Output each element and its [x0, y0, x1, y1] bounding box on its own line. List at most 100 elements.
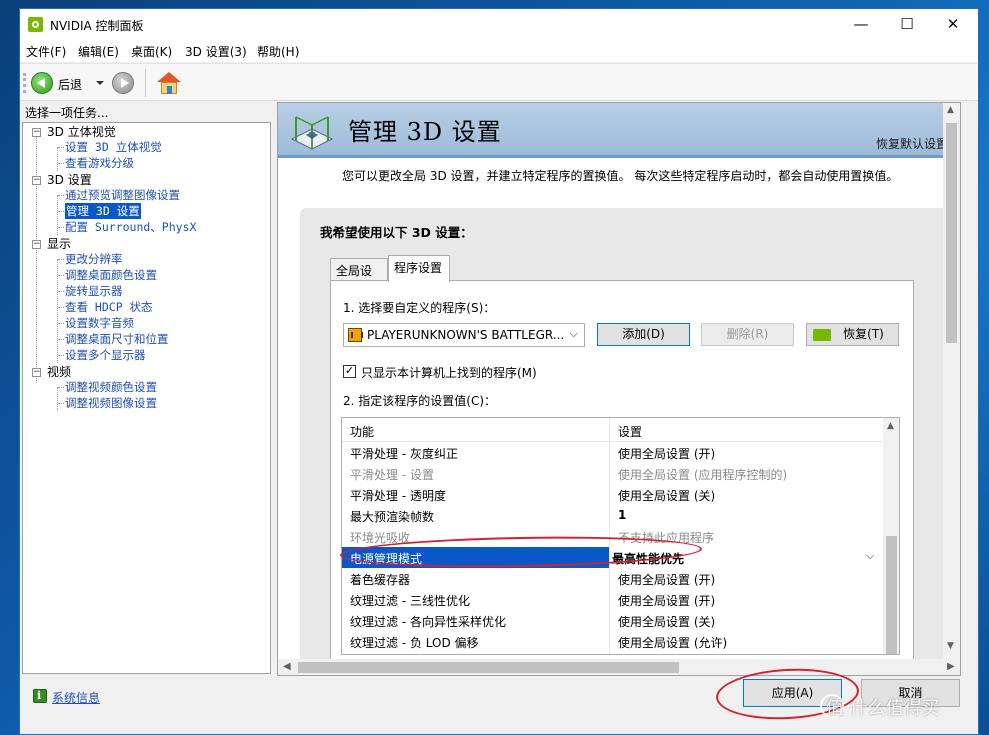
title-bar: NVIDIA 控制面板 — ☐ ✕	[20, 9, 978, 40]
menu-file[interactable]: 文件(F)	[26, 43, 66, 60]
remove-program-button[interactable]: 删除(R)	[701, 323, 794, 346]
window-title: NVIDIA 控制面板	[50, 19, 144, 33]
feature-name: 着色缓存器	[350, 573, 411, 587]
restore-program-button[interactable]: 恢复(T)	[806, 323, 899, 346]
chevron-down-icon[interactable]: ⌵	[866, 549, 874, 563]
column-header-setting[interactable]: 设置	[618, 423, 642, 440]
restore-defaults-link[interactable]: 恢复默认设置	[876, 135, 948, 152]
back-dropdown-icon[interactable]	[96, 81, 104, 85]
tree-item-rotate-display[interactable]: 旋转显示器	[65, 283, 123, 299]
scroll-right-icon[interactable]: ▶	[947, 661, 955, 672]
tree-line	[58, 387, 64, 388]
collapse-toggle[interactable]: −	[32, 368, 41, 377]
collapse-toggle[interactable]: −	[32, 128, 41, 137]
menu-3d-settings[interactable]: 3D 设置(3)	[185, 43, 247, 60]
back-arrow-icon[interactable]	[31, 72, 53, 94]
table-row-selected[interactable]: 电源管理模式 最高性能优先 ⌵	[342, 547, 883, 568]
setting-value[interactable]: 1	[618, 508, 626, 522]
setting-value[interactable]: 使用全局设置 (允许)	[618, 634, 727, 651]
tab-global-settings[interactable]: 全局设置	[330, 258, 388, 295]
tree-item-manage-3d-settings[interactable]: 管理 3D 设置	[65, 203, 141, 219]
table-row[interactable]: 平滑处理 - 透明度 使用全局设置 (关)	[342, 484, 883, 505]
tab-program-settings[interactable]: 程序设置	[388, 255, 450, 282]
menu-edit[interactable]: 编辑(E)	[78, 43, 119, 60]
table-row[interactable]: 最大预渲染帧数 1	[342, 505, 883, 526]
menu-help[interactable]: 帮助(H)	[257, 43, 299, 60]
scrollbar-thumb[interactable]	[946, 123, 957, 343]
setting-value[interactable]: 使用全局设置 (应用程序控制的)	[618, 466, 787, 483]
collapse-toggle[interactable]: −	[32, 240, 41, 249]
program-select-value: PLAYERUNKNOWN'S BATTLEGR...	[367, 328, 565, 342]
setting-value[interactable]: 使用全局设置 (关)	[618, 487, 715, 504]
scroll-down-icon[interactable]: ▼	[947, 641, 954, 651]
tree-line	[58, 291, 64, 292]
setting-value[interactable]: 使用全局设置 (开)	[618, 592, 715, 609]
table-row[interactable]: 着色缓存器 使用全局设置 (开)	[342, 568, 883, 589]
menu-desktop[interactable]: 桌面(K)	[131, 43, 172, 60]
back-button-label[interactable]: 后退	[58, 76, 82, 93]
program-select[interactable]: PLAYERUNKNOWN'S BATTLEGR... ⌵	[343, 323, 585, 347]
tree-item-desktop-size[interactable]: 调整桌面尺寸和位置	[65, 331, 169, 347]
table-row[interactable]: 纹理过滤 - 负 LOD 偏移 使用全局设置 (允许)	[342, 631, 883, 652]
tree-item-video-color[interactable]: 调整视频颜色设置	[65, 379, 157, 395]
program-settings-panel: 1. 选择要自定义的程序(S)： PLAYERUNKNOWN'S BATTLEG…	[330, 280, 914, 675]
setting-value[interactable]: 使用全局设置 (开)	[618, 445, 715, 462]
column-header-feature[interactable]: 功能	[350, 423, 374, 440]
scroll-up-icon[interactable]: ▲	[947, 105, 954, 115]
settings-group: 我希望使用以下 3D 设置： 全局设置 程序设置 1. 选择要自定义的程序(S)…	[300, 208, 960, 675]
tree-line	[58, 339, 64, 340]
table-row[interactable]: 平滑处理 - 设置 使用全局设置 (应用程序控制的)	[342, 463, 883, 484]
tree-category-display[interactable]: 显示	[47, 236, 71, 252]
tree-line	[58, 307, 64, 308]
tree-line	[58, 355, 64, 356]
system-info-icon[interactable]	[33, 689, 47, 703]
home-icon[interactable]	[157, 72, 181, 94]
table-row[interactable]: 环境光吸收 不支持此应用程序	[342, 526, 883, 547]
scrollbar-thumb[interactable]	[298, 662, 679, 673]
tree-item-digital-audio[interactable]: 设置数字音频	[65, 315, 134, 331]
tree-category-video[interactable]: 视频	[47, 364, 71, 380]
feature-name: 纹理过滤 - 三线性优化	[350, 594, 470, 608]
tree-item-multiple-displays[interactable]: 设置多个显示器	[65, 347, 146, 363]
scrollbar-thumb[interactable]	[886, 536, 897, 654]
table-row[interactable]: 平滑处理 - 灰度纠正 使用全局设置 (开)	[342, 442, 883, 463]
minimize-button[interactable]: —	[838, 9, 884, 40]
tree-item-surround-physx[interactable]: 配置 Surround、PhysX	[65, 219, 196, 235]
tree-item-hdcp-status[interactable]: 查看 HDCP 状态	[65, 299, 153, 315]
tree-item-video-image[interactable]: 调整视频图像设置	[65, 395, 157, 411]
setting-value[interactable]: 使用全局设置 (开)	[618, 571, 715, 588]
table-row[interactable]: 纹理过滤 - 三线性优化 使用全局设置 (开)	[342, 589, 883, 610]
setting-value[interactable]: 不支持此应用程序	[618, 529, 714, 546]
tree-category-3d-stereo[interactable]: 3D 立体视觉	[47, 124, 116, 140]
tree-category-3d-settings[interactable]: 3D 设置	[47, 172, 92, 188]
tree-item-preview-image-settings[interactable]: 通过预览调整图像设置	[65, 187, 180, 203]
setting-value[interactable]: 使用全局设置 (关)	[618, 613, 715, 630]
only-show-found-label[interactable]: 只显示本计算机上找到的程序(M)	[361, 364, 537, 381]
tree-line	[58, 147, 64, 148]
tree-line	[58, 163, 64, 164]
setting-value-dropdown[interactable]: 最高性能优先	[612, 550, 684, 567]
tree-item-change-resolution[interactable]: 更改分辨率	[65, 251, 123, 267]
tree-item-setup-stereo[interactable]: 设置 3D 立体视觉	[65, 139, 162, 155]
scroll-left-icon[interactable]: ◀	[283, 661, 291, 672]
tree-line	[57, 387, 58, 411]
forward-arrow-icon[interactable]	[112, 72, 134, 94]
feature-name: 电源管理模式	[350, 552, 423, 566]
tree-line	[58, 275, 64, 276]
content-vertical-scrollbar[interactable]: ▲ ▼	[943, 103, 960, 659]
tree-item-game-ratings[interactable]: 查看游戏分级	[65, 155, 134, 171]
tree-line	[58, 323, 64, 324]
add-program-button[interactable]: 添加(D)	[597, 323, 690, 346]
tree-line	[57, 147, 58, 171]
grid-scrollbar[interactable]: ▲	[883, 418, 899, 654]
tree-item-desktop-color[interactable]: 调整桌面颜色设置	[65, 267, 157, 283]
feature-name: 环境光吸收	[350, 531, 411, 545]
system-info-link[interactable]: 系统信息	[52, 689, 100, 706]
close-button[interactable]: ✕	[930, 9, 976, 40]
collapse-toggle[interactable]: −	[32, 176, 41, 185]
content-horizontal-scrollbar[interactable]: ◀ ▶	[278, 659, 960, 675]
maximize-button[interactable]: ☐	[884, 9, 930, 40]
scroll-up-icon[interactable]: ▲	[887, 421, 894, 431]
only-show-found-checkbox[interactable]: ✓	[343, 365, 356, 378]
table-row[interactable]: 纹理过滤 - 各向异性采样优化 使用全局设置 (关)	[342, 610, 883, 631]
